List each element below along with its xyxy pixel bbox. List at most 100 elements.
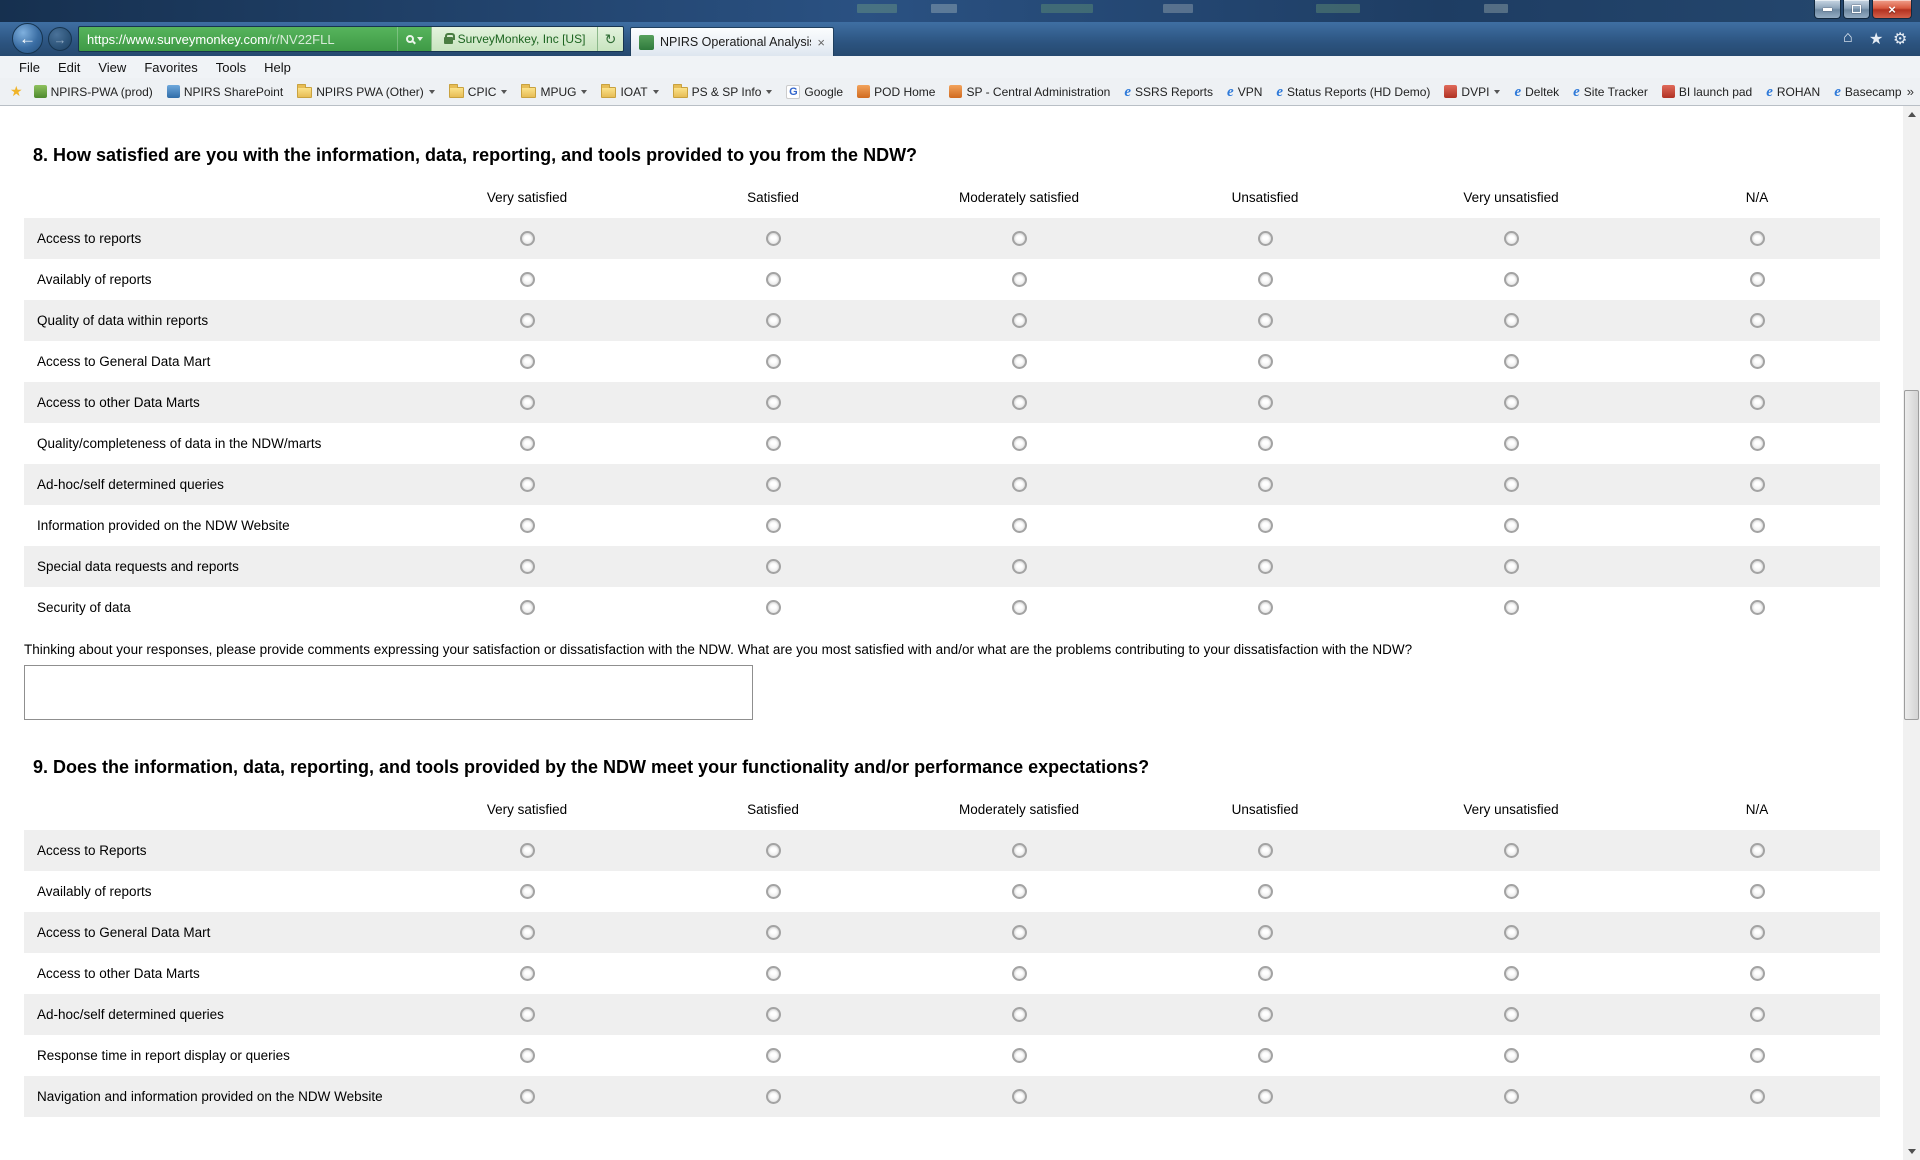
menu-file[interactable]: File [10, 60, 49, 75]
radio-button[interactable] [1504, 884, 1519, 899]
radio-button[interactable] [520, 884, 535, 899]
radio-button[interactable] [766, 313, 781, 328]
radio-button[interactable] [520, 1048, 535, 1063]
radio-button[interactable] [1750, 884, 1765, 899]
radio-button[interactable] [766, 843, 781, 858]
radio-button[interactable] [1750, 843, 1765, 858]
favorites-item[interactable]: GGoogle [779, 78, 850, 105]
radio-button[interactable] [1750, 518, 1765, 533]
radio-button[interactable] [1012, 436, 1027, 451]
favorites-item[interactable]: eStatus Reports (HD Demo) [1269, 78, 1437, 105]
radio-button[interactable] [766, 477, 781, 492]
comment-textarea[interactable] [24, 665, 753, 720]
radio-button[interactable] [1012, 966, 1027, 981]
radio-button[interactable] [1012, 1048, 1027, 1063]
radio-button[interactable] [520, 518, 535, 533]
back-button[interactable]: ← [12, 23, 43, 54]
radio-button[interactable] [1750, 231, 1765, 246]
menu-view[interactable]: View [89, 60, 135, 75]
radio-button[interactable] [1750, 395, 1765, 410]
radio-button[interactable] [1504, 436, 1519, 451]
radio-button[interactable] [520, 843, 535, 858]
radio-button[interactable] [766, 231, 781, 246]
radio-button[interactable] [1750, 354, 1765, 369]
radio-button[interactable] [1012, 843, 1027, 858]
menu-help[interactable]: Help [255, 60, 300, 75]
radio-button[interactable] [520, 313, 535, 328]
radio-button[interactable] [766, 518, 781, 533]
radio-button[interactable] [1504, 395, 1519, 410]
radio-button[interactable] [766, 884, 781, 899]
radio-button[interactable] [1258, 1048, 1273, 1063]
radio-button[interactable] [1012, 518, 1027, 533]
radio-button[interactable] [1012, 354, 1027, 369]
radio-button[interactable] [1012, 231, 1027, 246]
favorites-item[interactable]: eVPN [1220, 78, 1269, 105]
radio-button[interactable] [520, 966, 535, 981]
radio-button[interactable] [1258, 354, 1273, 369]
radio-button[interactable] [1504, 1048, 1519, 1063]
radio-button[interactable] [520, 231, 535, 246]
favorites-item[interactable]: NPIRS-PWA (prod) [27, 78, 160, 105]
radio-button[interactable] [1504, 477, 1519, 492]
radio-button[interactable] [1258, 966, 1273, 981]
maximize-button[interactable] [1843, 0, 1870, 19]
favorites-item[interactable]: POD Home [850, 78, 942, 105]
radio-button[interactable] [766, 925, 781, 940]
scroll-down-button[interactable] [1903, 1143, 1920, 1160]
forward-button[interactable]: → [48, 27, 72, 51]
radio-button[interactable] [520, 354, 535, 369]
favorites-item[interactable]: NPIRS SharePoint [160, 78, 290, 105]
favorites-item[interactable]: eSSRS Reports [1117, 78, 1220, 105]
browser-tab[interactable]: NPIRS Operational Analysis ... × [630, 27, 834, 56]
radio-button[interactable] [1258, 1007, 1273, 1022]
menu-favorites[interactable]: Favorites [135, 60, 206, 75]
radio-button[interactable] [520, 600, 535, 615]
radio-button[interactable] [1258, 477, 1273, 492]
search-dropdown-button[interactable] [397, 27, 431, 51]
radio-button[interactable] [1012, 1007, 1027, 1022]
radio-button[interactable] [1750, 1048, 1765, 1063]
scrollbar-thumb[interactable] [1904, 390, 1919, 720]
menu-tools[interactable]: Tools [207, 60, 255, 75]
radio-button[interactable] [1750, 436, 1765, 451]
home-button[interactable]: ⌂ [1843, 29, 1853, 47]
radio-button[interactable] [1258, 1089, 1273, 1104]
menu-edit[interactable]: Edit [49, 60, 89, 75]
radio-button[interactable] [520, 1089, 535, 1104]
radio-button[interactable] [1258, 436, 1273, 451]
radio-button[interactable] [1504, 313, 1519, 328]
vertical-scrollbar[interactable] [1903, 106, 1920, 1160]
radio-button[interactable] [1750, 477, 1765, 492]
radio-button[interactable] [1258, 843, 1273, 858]
radio-button[interactable] [766, 1048, 781, 1063]
radio-button[interactable] [1012, 313, 1027, 328]
add-favorite-button[interactable]: ★ [10, 83, 23, 100]
radio-button[interactable] [1750, 600, 1765, 615]
radio-button[interactable] [520, 1007, 535, 1022]
radio-button[interactable] [1750, 1089, 1765, 1104]
radio-button[interactable] [1012, 600, 1027, 615]
favorites-item[interactable]: IOAT [594, 78, 665, 105]
favorites-item[interactable]: eSite Tracker [1566, 78, 1655, 105]
tools-button[interactable]: ⚙ [1893, 29, 1907, 49]
favorites-item[interactable]: CPIC [442, 78, 515, 105]
radio-button[interactable] [1258, 925, 1273, 940]
radio-button[interactable] [1504, 966, 1519, 981]
favorites-item[interactable]: NPIRS PWA (Other) [290, 78, 442, 105]
radio-button[interactable] [766, 966, 781, 981]
radio-button[interactable] [520, 436, 535, 451]
favorites-item[interactable]: eDeltek [1507, 78, 1566, 105]
radio-button[interactable] [1012, 884, 1027, 899]
radio-button[interactable] [1258, 231, 1273, 246]
favorites-item[interactable]: eBasecamp [1827, 78, 1908, 105]
radio-button[interactable] [766, 600, 781, 615]
favorites-item[interactable]: eROHAN [1759, 78, 1827, 105]
radio-button[interactable] [766, 354, 781, 369]
favorites-item[interactable]: PS & SP Info [666, 78, 780, 105]
radio-button[interactable] [1504, 272, 1519, 287]
radio-button[interactable] [1504, 925, 1519, 940]
tab-close-button[interactable]: × [817, 35, 825, 50]
close-button[interactable]: × [1872, 0, 1912, 19]
radio-button[interactable] [1258, 600, 1273, 615]
